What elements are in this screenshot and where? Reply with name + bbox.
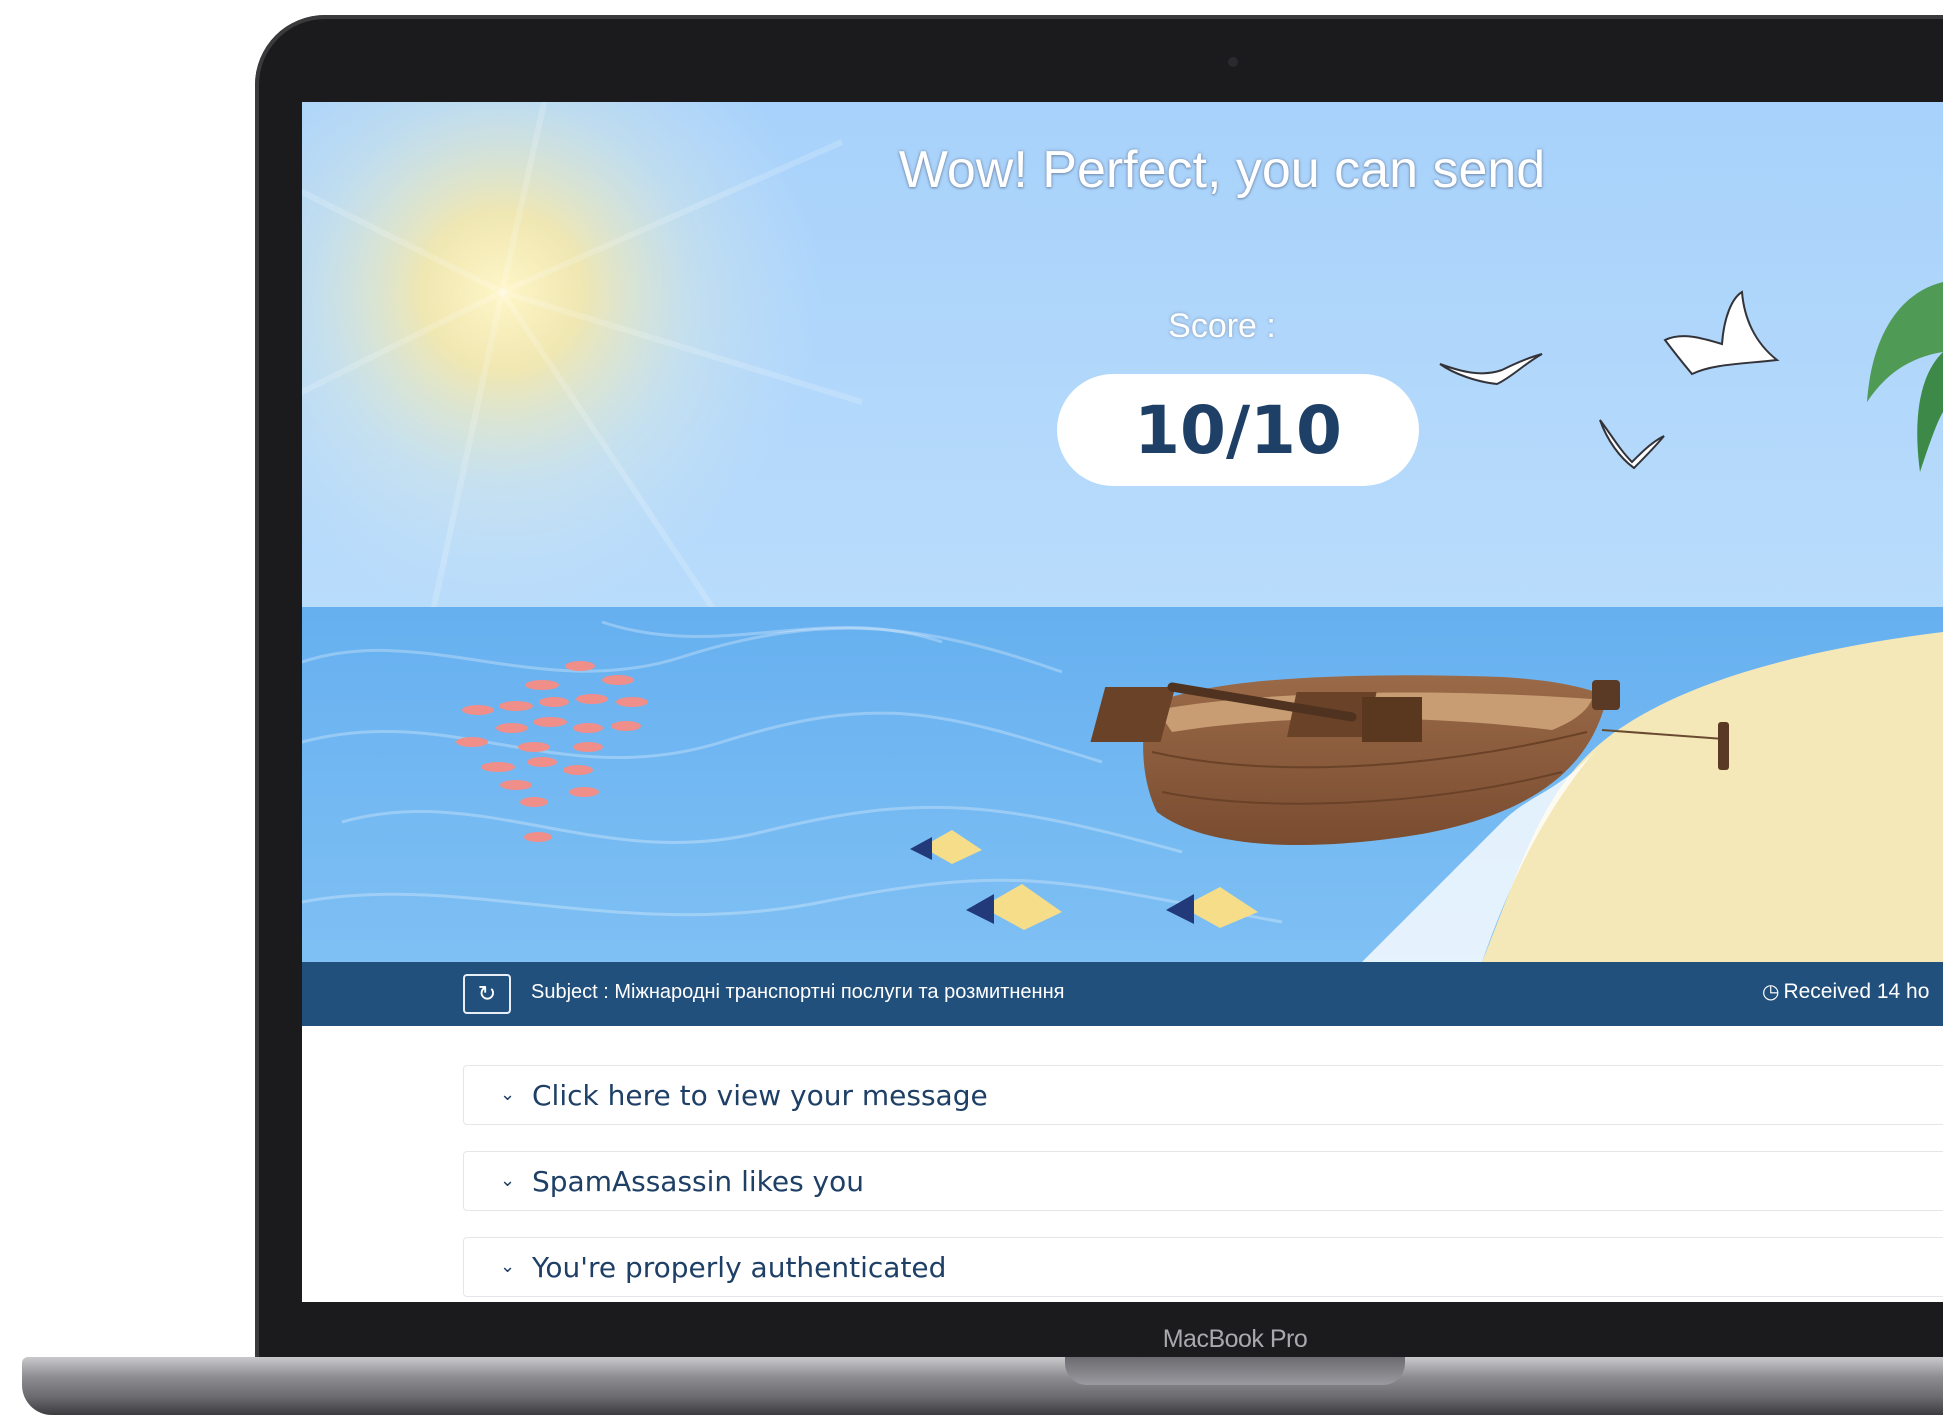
camera-icon — [1228, 57, 1238, 67]
accordion-authentication[interactable]: ⌄ You're properly authenticated — [463, 1237, 1943, 1297]
email-subject: Subject : Міжнародні транспортні послуги… — [531, 981, 1065, 1003]
chevron-down-icon: ⌄ — [500, 1084, 516, 1105]
result-hero: Wow! Perfect, you can send Score : 10/10 — [302, 102, 1943, 962]
refresh-icon: ↻ — [477, 981, 497, 1007]
accordion-label: Click here to view your message — [532, 1079, 988, 1112]
accordion-view-message[interactable]: ⌄ Click here to view your message — [463, 1065, 1943, 1125]
accordion-spamassassin[interactable]: ⌄ SpamAssassin likes you — [463, 1151, 1943, 1211]
laptop-notch — [1065, 1357, 1405, 1385]
score-value: 10/10 — [1057, 374, 1419, 486]
device-label: MacBook Pro — [1162, 1325, 1308, 1353]
chevron-down-icon: ⌄ — [500, 1256, 516, 1277]
beach-illustration — [302, 102, 1943, 962]
chevron-down-icon: ⌄ — [500, 1170, 516, 1191]
result-headline: Wow! Perfect, you can send — [898, 141, 1546, 199]
app-screen: Wow! Perfect, you can send Score : 10/10… — [302, 102, 1943, 1302]
subject-bar: ↻ Subject : Міжнародні транспортні послу… — [302, 962, 1943, 1026]
received-time: ◷ Received 14 ho — [1762, 979, 1929, 1004]
refresh-button[interactable]: ↻ — [463, 974, 511, 1014]
received-text: Received 14 ho — [1783, 980, 1930, 1003]
accordion-label: SpamAssassin likes you — [532, 1165, 865, 1198]
clock-icon: ◷ — [1762, 981, 1780, 1003]
score-label: Score : — [1168, 307, 1276, 345]
accordion-label: You're properly authenticated — [532, 1251, 947, 1284]
laptop-base — [22, 1357, 1943, 1415]
